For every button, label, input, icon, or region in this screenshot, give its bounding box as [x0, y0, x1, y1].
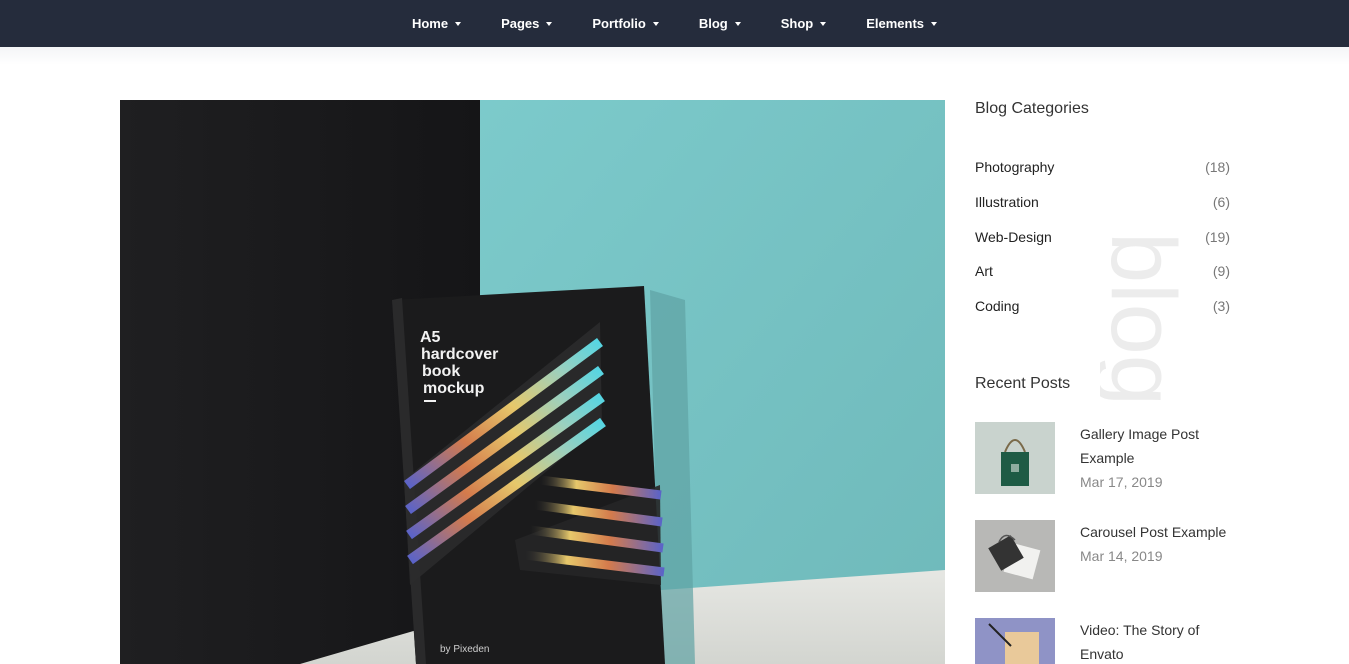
category-item-coding[interactable]: Coding (3)	[975, 289, 1230, 324]
book-title-line-4: mockup	[423, 380, 485, 397]
category-name: Coding	[975, 298, 1020, 315]
category-count: (18)	[1205, 159, 1230, 176]
recent-post-item[interactable]: Carousel Post Example Mar 14, 2019	[975, 520, 1230, 592]
nav-item-elements[interactable]: Elements	[866, 0, 938, 47]
nav-item-blog[interactable]: Blog	[699, 0, 741, 47]
nav-item-label: Portfolio	[592, 16, 646, 31]
nav-item-home[interactable]: Home	[411, 0, 462, 47]
category-count: (19)	[1205, 228, 1230, 245]
recent-post-item[interactable]: Video: The Story of Envato	[975, 618, 1230, 664]
nav-item-pages[interactable]: Pages	[501, 0, 553, 47]
book-title-line-3: book	[422, 363, 460, 380]
recent-posts-title: Recent Posts	[975, 375, 1071, 392]
book-title-line-1: A5	[420, 329, 441, 346]
category-item-web-design[interactable]: Web-Design (19)	[975, 219, 1230, 254]
nav-shadow	[0, 47, 1349, 65]
nav-item-label: Blog	[698, 16, 728, 31]
categories-title: Blog Categories	[975, 100, 1089, 117]
nav-item-shop[interactable]: Shop	[781, 0, 827, 47]
post-date: Mar 17, 2019	[1080, 474, 1163, 490]
post-date: Mar 14, 2019	[1080, 548, 1163, 564]
category-list: Photography (18) Illustration (6) Web-De…	[975, 150, 1230, 323]
featured-post-image[interactable]: A5 hardcover book mockup by Pixeden	[120, 100, 945, 664]
caret-down-icon	[820, 22, 827, 26]
post-title[interactable]: Carousel Post Example	[1080, 520, 1230, 544]
category-count: (9)	[1212, 263, 1230, 280]
book-title-line-2: hardcover	[421, 346, 498, 363]
caret-down-icon	[455, 22, 462, 26]
main-menu: Home Pages Portfolio Blog Shop Elements	[0, 0, 1349, 47]
top-navigation-bar: Home Pages Portfolio Blog Shop Elements	[0, 0, 1349, 47]
sidebar: Blog Categories Photography (18) Illustr…	[975, 100, 1230, 323]
category-item-art[interactable]: Art (9)	[975, 254, 1230, 289]
category-count: (6)	[1212, 194, 1230, 211]
nav-item-label: Home	[411, 16, 449, 31]
caret-down-icon	[734, 22, 741, 26]
category-name: Web-Design	[975, 228, 1052, 245]
category-name: Photography	[975, 159, 1055, 176]
post-thumbnail[interactable]	[975, 618, 1055, 664]
nav-item-portfolio[interactable]: Portfolio	[592, 0, 659, 47]
nav-item-label: Shop	[780, 16, 814, 31]
post-thumbnail[interactable]	[975, 520, 1055, 592]
category-name: Illustration	[975, 194, 1039, 211]
nav-item-label: Elements	[866, 16, 925, 31]
caret-down-icon	[652, 22, 659, 26]
category-count: (3)	[1212, 298, 1230, 315]
book-byline: by Pixeden	[440, 644, 489, 655]
book-mockup: A5 hardcover book mockup by Pixeden	[392, 286, 665, 664]
caret-down-icon	[546, 22, 553, 26]
nav-item-label: Pages	[501, 16, 540, 31]
category-item-photography[interactable]: Photography (18)	[975, 150, 1230, 185]
caret-down-icon	[931, 22, 938, 26]
post-title[interactable]: Gallery Image Post Example	[1080, 422, 1230, 470]
post-thumbnail[interactable]	[975, 422, 1055, 494]
category-item-illustration[interactable]: Illustration (6)	[975, 185, 1230, 220]
category-name: Art	[975, 263, 993, 280]
post-title[interactable]: Video: The Story of Envato	[1080, 618, 1230, 664]
recent-post-item[interactable]: Gallery Image Post Example Mar 17, 2019	[975, 422, 1230, 494]
